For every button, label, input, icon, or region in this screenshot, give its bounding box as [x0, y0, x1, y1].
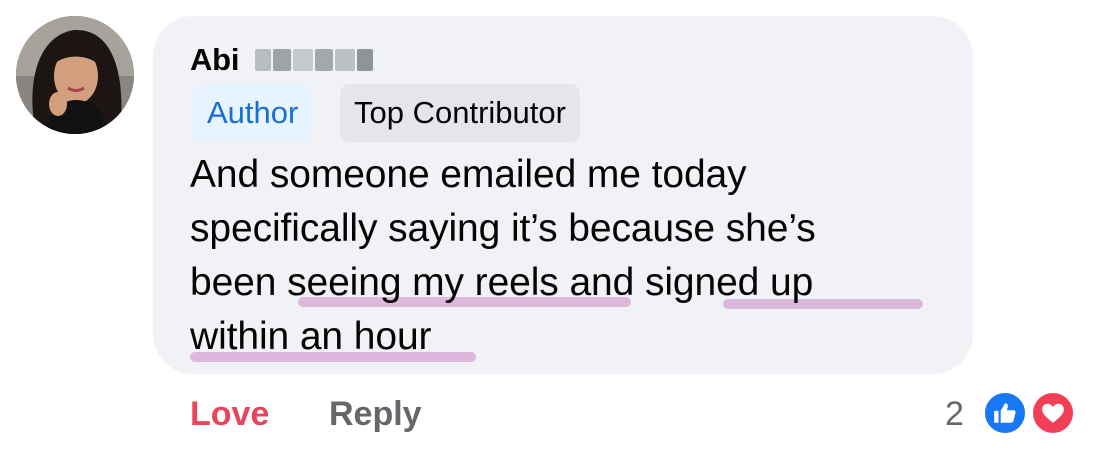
top-contributor-badge: Top Contributor — [340, 84, 580, 142]
like-icon[interactable] — [982, 390, 1028, 436]
reply-button[interactable]: Reply — [329, 392, 422, 436]
avatar[interactable] — [16, 16, 134, 134]
author-badge: Author — [193, 84, 313, 142]
author-name[interactable]: Abi — [190, 40, 240, 80]
reaction-count[interactable]: 2 — [945, 392, 964, 436]
comment-line: specifically saying it’s because she’s — [190, 207, 816, 250]
comment-line: And someone emailed me today — [190, 153, 747, 196]
comment-line: been seeing my reels and signed up — [190, 261, 814, 304]
blurred-surname — [255, 46, 375, 74]
comment-line: within an hour — [190, 315, 432, 358]
comment-text: And someone emailed me today specificall… — [190, 148, 960, 364]
love-button[interactable]: Love — [190, 392, 269, 436]
heart-icon[interactable] — [1030, 390, 1076, 436]
avatar-photo — [16, 16, 134, 134]
